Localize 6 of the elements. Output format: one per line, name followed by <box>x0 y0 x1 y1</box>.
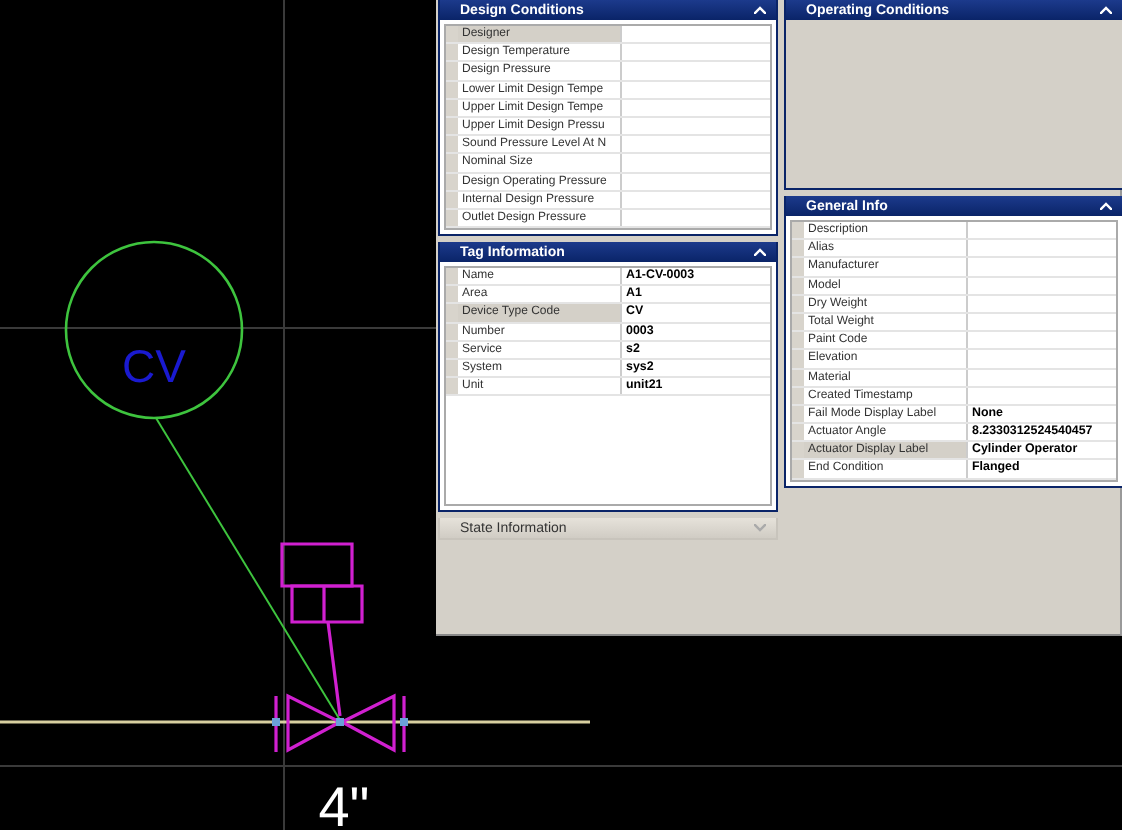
collapse-chevron-icon[interactable] <box>754 248 766 257</box>
collapse-chevron-icon[interactable] <box>1100 6 1112 14</box>
collapse-chevron-icon[interactable] <box>754 6 766 14</box>
instrument-tag-label: CV <box>122 340 186 392</box>
collapse-chevron-icon[interactable] <box>1100 202 1112 210</box>
pipe-size-label: 4" <box>318 776 370 830</box>
